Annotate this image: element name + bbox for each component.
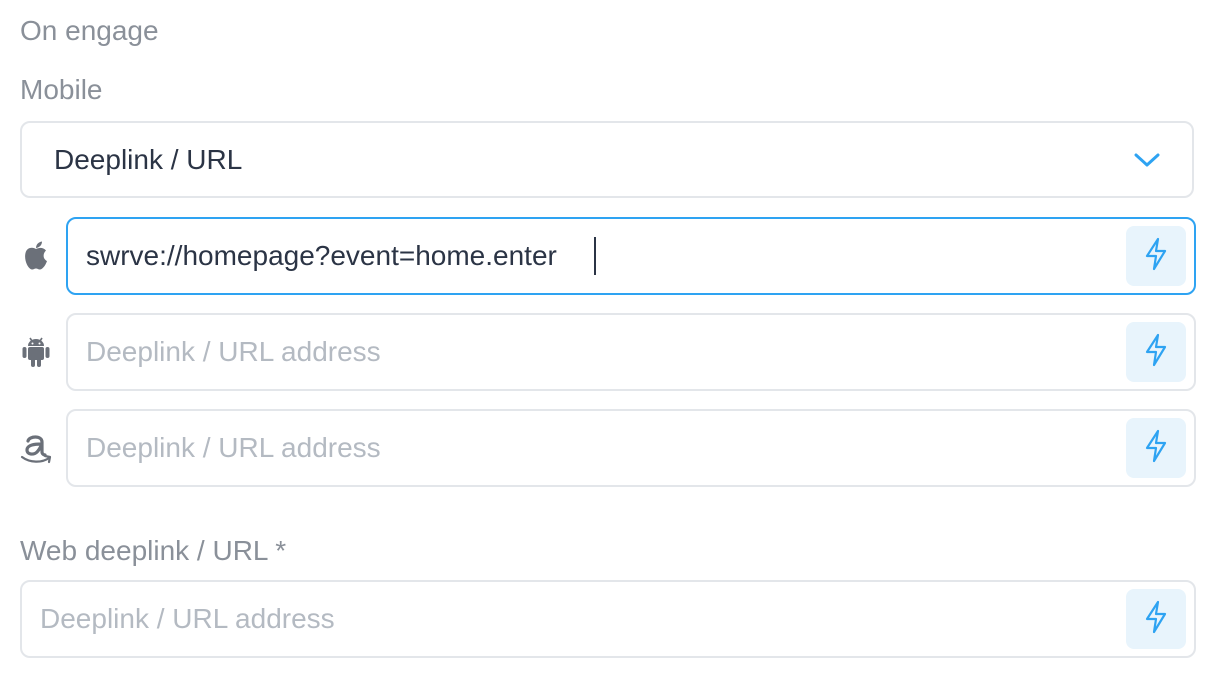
ios-url-row (20, 217, 1196, 295)
android-url-row (20, 313, 1196, 391)
android-url-field (66, 313, 1196, 391)
amazon-url-row (20, 409, 1196, 487)
apple-icon (20, 217, 52, 295)
android-icon (20, 313, 52, 391)
web-url-input[interactable] (22, 589, 1126, 649)
ios-personalize-button[interactable] (1126, 226, 1186, 286)
amazon-url-field (66, 409, 1196, 487)
web-url-label: Web deeplink / URL * (20, 535, 287, 566)
action-type-value: Deeplink / URL (54, 143, 243, 175)
android-personalize-button[interactable] (1126, 322, 1186, 382)
mobile-label: Mobile (20, 74, 103, 105)
ios-url-input[interactable] (68, 226, 1126, 286)
amazon-personalize-button[interactable] (1126, 418, 1186, 478)
chevron-down-icon (1134, 152, 1160, 168)
ios-url-field (66, 217, 1196, 295)
section-title: On engage (20, 15, 159, 46)
lightning-icon (1144, 429, 1168, 468)
text-cursor (594, 237, 596, 275)
lightning-icon (1144, 333, 1168, 372)
web-personalize-button[interactable] (1126, 589, 1186, 649)
lightning-icon (1144, 237, 1168, 276)
action-type-select[interactable]: Deeplink / URL (20, 121, 1194, 198)
web-url-field (20, 580, 1196, 658)
amazon-url-input[interactable] (68, 418, 1126, 478)
android-url-input[interactable] (68, 322, 1126, 382)
lightning-icon (1144, 600, 1168, 639)
amazon-icon (20, 409, 52, 487)
